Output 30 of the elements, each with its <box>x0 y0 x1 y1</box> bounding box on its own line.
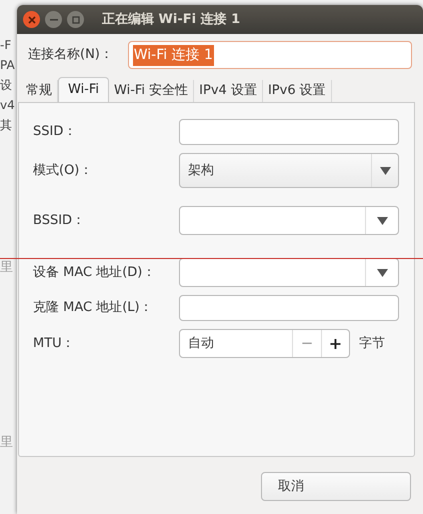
window-title: 正在编辑 Wi-Fi 连接 1 <box>102 10 240 29</box>
field-label: 连接名称(N)： <box>28 46 114 64</box>
field-label: MTU： <box>33 334 76 353</box>
background-text: 设 <box>0 77 13 93</box>
maximize-icon[interactable] <box>67 11 84 28</box>
field-label: 模式(O)： <box>33 162 94 180</box>
text-field[interactable] <box>179 119 399 145</box>
tab[interactable]: Wi-Fi <box>58 77 110 102</box>
background-text: 里 <box>0 434 13 452</box>
close-icon[interactable] <box>23 11 40 28</box>
minimize-icon[interactable] <box>45 11 62 28</box>
mode-dropdown[interactable]: 架构 <box>179 153 399 188</box>
background-text: 里 <box>0 259 13 277</box>
background-text: -F <box>0 37 12 53</box>
background-text: 其 <box>0 117 13 133</box>
dropdown-arrow-icon <box>376 268 388 276</box>
field-label: SSID： <box>33 123 78 142</box>
dropdown-arrow-icon <box>380 166 390 174</box>
combo-field[interactable] <box>179 206 399 235</box>
field-label: 设备 MAC 地址(D)： <box>33 264 156 282</box>
background-text: v4 <box>0 97 15 113</box>
connection-name-text: Wi-Fi 连接 1 <box>132 44 214 66</box>
dropdown-arrow-icon <box>376 216 388 224</box>
text-field[interactable] <box>179 295 399 321</box>
field-label: BSSID： <box>33 212 86 230</box>
cancel-button[interactable]: 取消 <box>261 472 411 501</box>
combo-field[interactable] <box>179 258 399 287</box>
field-label: 克隆 MAC 地址(L)： <box>33 299 154 318</box>
background-text: PA <box>0 57 15 73</box>
unit-label: 字节 <box>359 334 385 353</box>
